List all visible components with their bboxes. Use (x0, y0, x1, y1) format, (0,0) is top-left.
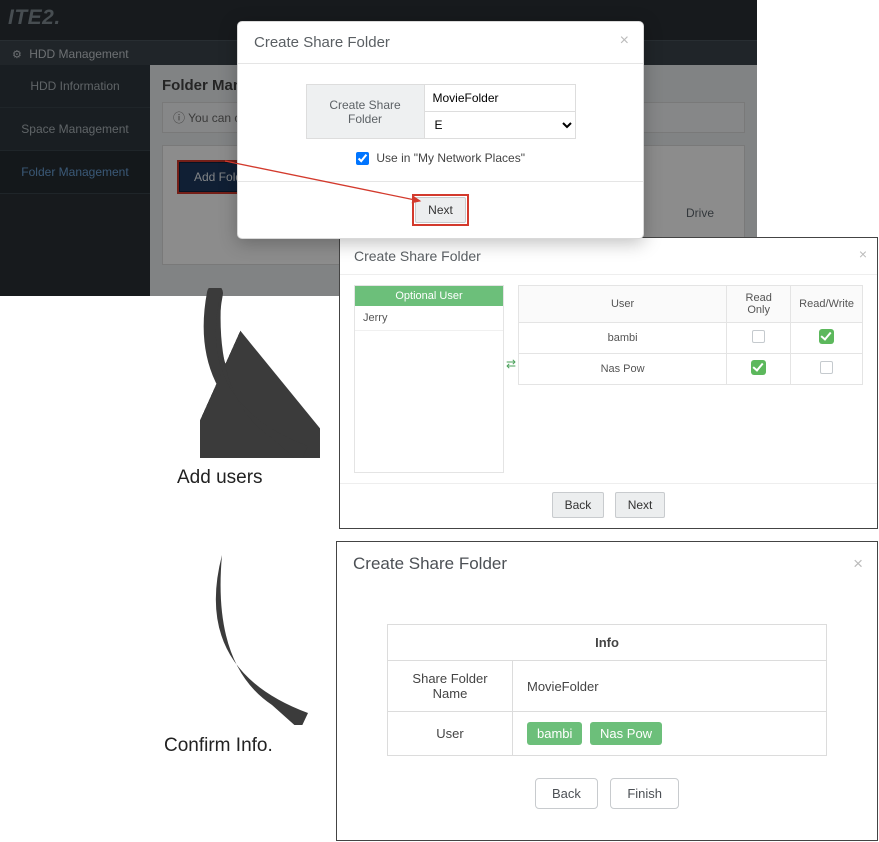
close-icon[interactable]: × (620, 32, 629, 50)
readonly-checkbox[interactable] (752, 330, 765, 343)
permission-table: User Read Only Read/Write bambi Nas Pow (518, 285, 863, 385)
checkbox-label: Use in "My Network Places" (376, 151, 525, 165)
user-badge: bambi (527, 722, 582, 745)
modal1-footer: Next (238, 181, 643, 238)
modal-create-folder-step2: Create Share Folder × Optional User Jerr… (339, 237, 878, 529)
back-button[interactable]: Back (535, 778, 598, 809)
col-readonly: Read Only (727, 286, 791, 323)
close-icon[interactable]: × (859, 246, 867, 262)
row-user-value: bambi Nas Pow (513, 712, 827, 756)
user-badge: Nas Pow (590, 722, 662, 745)
readwrite-checkbox[interactable] (819, 329, 834, 344)
step-label-add-users: Add users (177, 467, 263, 489)
modal1-header: Create Share Folder × (238, 22, 643, 64)
modal-create-folder-step1: Create Share Folder × Create Share Folde… (237, 21, 644, 239)
row-name-label: Share Folder Name (388, 661, 513, 712)
next-button[interactable]: Next (415, 197, 466, 223)
col-user: User (519, 286, 727, 323)
modal2-footer: Back Next (340, 483, 877, 526)
step-arrow-2 (200, 555, 320, 725)
table-row: Nas Pow (519, 354, 863, 385)
info-heading: Info (388, 625, 827, 661)
readwrite-checkbox[interactable] (820, 361, 833, 374)
row-user-label: User (388, 712, 513, 756)
next-button[interactable]: Next (615, 492, 666, 518)
optional-user-item[interactable]: Jerry (355, 306, 503, 331)
perm-user: Nas Pow (519, 354, 727, 385)
swap-icon[interactable]: ⇄ (506, 357, 516, 371)
next-button-highlight: Next (412, 194, 469, 226)
info-table: Info Share Folder Name MovieFolder User … (387, 624, 827, 756)
readonly-checkbox[interactable] (751, 360, 766, 375)
perm-user: bambi (519, 323, 727, 354)
network-places-checkbox[interactable] (356, 152, 369, 165)
modal1-form: Create Share Folder E (306, 84, 576, 139)
optional-user-header: Optional User (355, 286, 503, 306)
modal3-title: Create Share Folder (353, 554, 507, 573)
drive-select[interactable]: E (425, 112, 575, 138)
modal1-title: Create Share Folder (254, 34, 390, 51)
step-arrow-1-overlay (200, 288, 320, 458)
modal2-title: Create Share Folder (354, 248, 481, 264)
permission-area: ⇄ User Read Only Read/Write bambi Nas Po… (518, 285, 863, 473)
folder-name-input[interactable] (425, 85, 575, 111)
close-icon[interactable]: × (853, 554, 863, 574)
modal2-header: Create Share Folder × (340, 238, 877, 275)
field-label: Create Share Folder (306, 85, 424, 139)
step-label-confirm: Confirm Info. (164, 735, 273, 757)
col-readwrite: Read/Write (791, 286, 863, 323)
row-name-value: MovieFolder (513, 661, 827, 712)
optional-user-list: Optional User Jerry (354, 285, 504, 473)
modal3-footer: Back Finish (337, 768, 877, 819)
finish-button[interactable]: Finish (610, 778, 679, 809)
back-button[interactable]: Back (552, 492, 605, 518)
modal-create-folder-step3: Create Share Folder × Info Share Folder … (336, 541, 878, 841)
table-row: bambi (519, 323, 863, 354)
modal3-header: Create Share Folder × (337, 542, 877, 586)
